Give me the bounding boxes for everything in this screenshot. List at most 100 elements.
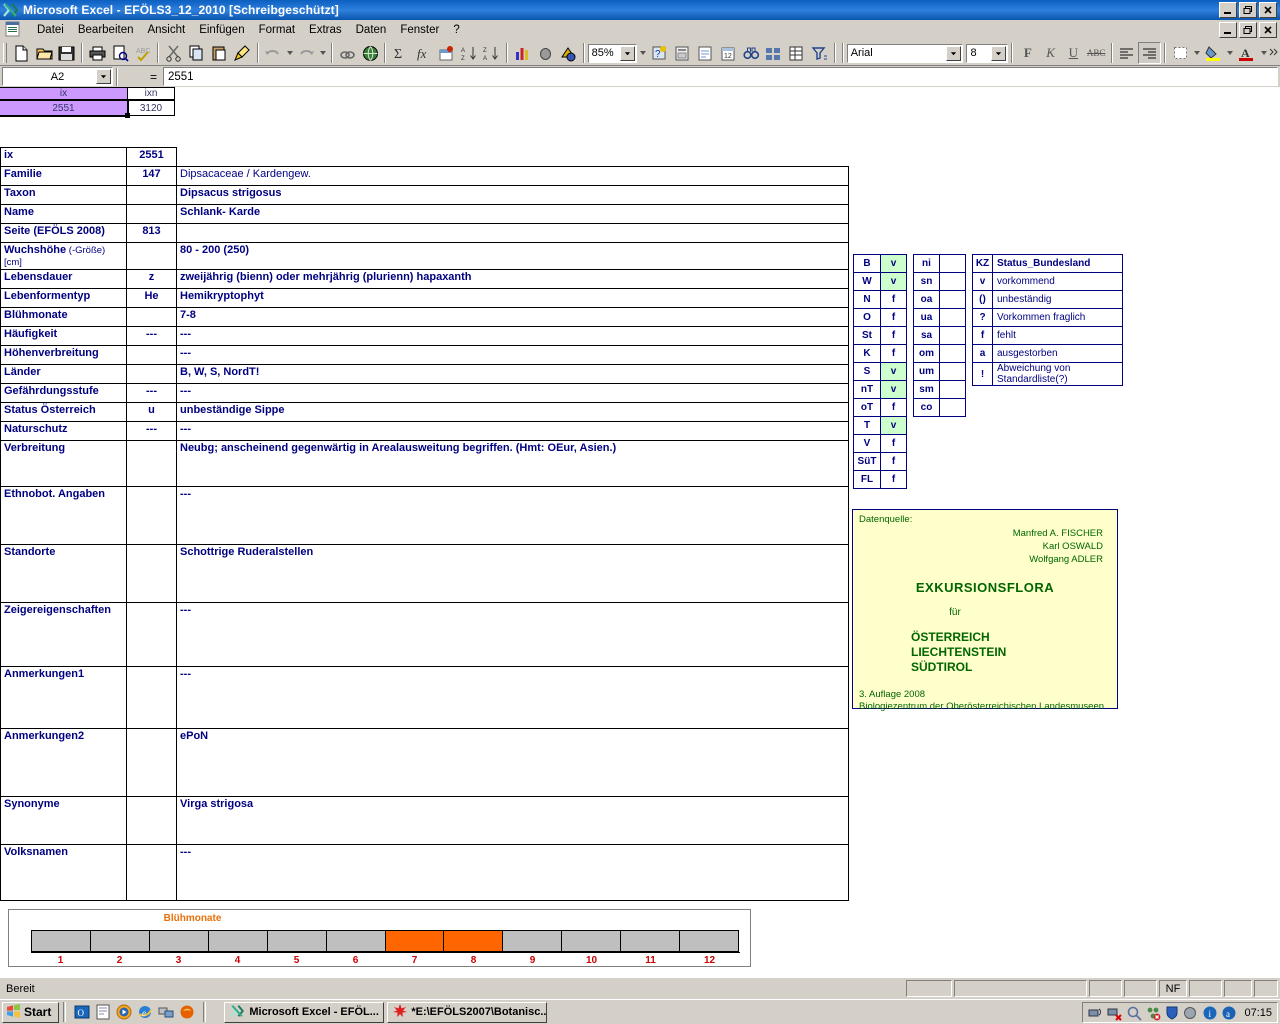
- row-value-standorte[interactable]: Schottrige Ruderalstellen: [176, 544, 849, 603]
- network-activity-icon[interactable]: [1088, 1005, 1104, 1021]
- zoom-combo[interactable]: 85%: [587, 43, 638, 63]
- font-size-combo[interactable]: 8: [966, 43, 1009, 63]
- bundesland-status[interactable]: f: [880, 308, 907, 327]
- calendar-icon[interactable]: 12: [717, 42, 740, 64]
- row-value-naturschutz[interactable]: ---: [176, 421, 849, 441]
- row-label-volksnamen[interactable]: Volksnamen: [0, 844, 127, 901]
- volume-icon[interactable]: [1183, 1005, 1199, 1021]
- row-code-bluehmonate[interactable]: [126, 307, 177, 327]
- undo-dropdown-icon[interactable]: [284, 42, 294, 64]
- bundesland-status[interactable]: f: [880, 290, 907, 309]
- row-code-synonyme[interactable]: [126, 796, 177, 845]
- print-preview-icon[interactable]: [109, 42, 132, 64]
- network-disconnected-icon[interactable]: [1107, 1005, 1123, 1021]
- chart-bar-3[interactable]: [148, 930, 209, 952]
- row-code-anmerkungen1[interactable]: [126, 666, 177, 729]
- selected-cell-a2[interactable]: 2551: [0, 99, 130, 118]
- row-label-naturschutz[interactable]: Naturschutz: [0, 421, 127, 441]
- doc-close-button[interactable]: [1259, 22, 1277, 38]
- web-globe-icon[interactable]: [359, 42, 382, 64]
- strikethrough-button[interactable]: ABC: [1085, 42, 1108, 64]
- toolbar-overflow-icon[interactable]: [1269, 42, 1280, 64]
- form-icon[interactable]: [694, 42, 717, 64]
- bundesland-status[interactable]: v: [880, 416, 907, 435]
- bluehmonate-chart[interactable]: Blühmonate 1 2 3 4 5 6 7 8 9 10 11 12: [8, 909, 751, 967]
- formatting-toolbar-grip[interactable]: [841, 43, 844, 63]
- sort-ascending-icon[interactable]: AZ: [458, 42, 481, 64]
- italic-button[interactable]: K: [1039, 42, 1062, 64]
- row-value-anmerkungen2[interactable]: ePoN: [176, 728, 849, 797]
- map-icon[interactable]: [557, 42, 580, 64]
- row-code-lebensdauer[interactable]: z: [126, 269, 177, 289]
- network-error-icon[interactable]: [1145, 1005, 1161, 1021]
- row-code-ix[interactable]: 2551: [126, 147, 177, 167]
- font-size-dropdown-arrow[interactable]: [991, 45, 1007, 61]
- filter-icon[interactable]: [808, 42, 831, 64]
- region-code[interactable]: ni: [913, 254, 940, 273]
- bundesland-status[interactable]: f: [880, 434, 907, 453]
- row-label-synonyme[interactable]: Synonyme: [0, 796, 127, 845]
- row-value-taxon[interactable]: Dipsacus strigosus: [176, 185, 849, 205]
- hyperlink-icon[interactable]: [336, 42, 359, 64]
- bundesland-code[interactable]: nT: [853, 380, 881, 399]
- align-left-icon[interactable]: [1116, 42, 1139, 64]
- chart-bar-10[interactable]: [561, 930, 622, 952]
- bundesland-status[interactable]: f: [880, 398, 907, 417]
- row-code-ethnobot[interactable]: [126, 486, 177, 545]
- open-folder-icon[interactable]: [33, 42, 56, 64]
- row-value-name[interactable]: Schlank- Karde: [176, 204, 849, 224]
- chart-bar-7[interactable]: [384, 930, 445, 952]
- region-code[interactable]: co: [913, 398, 940, 417]
- row-label-verbreitung[interactable]: Verbreitung: [0, 440, 127, 487]
- row-value-volksnamen[interactable]: ---: [176, 844, 849, 901]
- redo-icon[interactable]: [295, 42, 318, 64]
- bundesland-code[interactable]: W: [853, 272, 881, 291]
- task-button-explorer[interactable]: *E:\EFÖLS2007\Botanisc...: [387, 1001, 548, 1023]
- start-button[interactable]: Start: [2, 1001, 60, 1023]
- chart-wizard-icon[interactable]: [511, 42, 534, 64]
- menu-item-datei[interactable]: Datei: [30, 22, 71, 38]
- bundesland-status[interactable]: f: [880, 470, 907, 489]
- worksheet-area[interactable]: ix ixn 2551 3120 ix 2551 Familie 147 Dip…: [0, 87, 1280, 977]
- firewall-shield-icon[interactable]: [1164, 1005, 1180, 1021]
- row-label-anmerkungen1[interactable]: Anmerkungen1: [0, 666, 127, 729]
- row-code-hoehenverbreitung[interactable]: [126, 345, 177, 365]
- menu-item-daten[interactable]: Daten: [349, 22, 394, 38]
- region-code[interactable]: ua: [913, 308, 940, 327]
- row-code-status-oesterreich[interactable]: u: [126, 402, 177, 422]
- media-player-icon[interactable]: [116, 1004, 132, 1020]
- redo-dropdown-icon[interactable]: [318, 42, 328, 64]
- doc-restore-button[interactable]: [1239, 22, 1257, 38]
- bundesland-code[interactable]: N: [853, 290, 881, 309]
- bundesland-code[interactable]: V: [853, 434, 881, 453]
- outlook-icon[interactable]: O: [74, 1004, 90, 1020]
- formula-equals-sign[interactable]: =: [121, 70, 163, 84]
- print-icon[interactable]: [86, 42, 109, 64]
- row-code-name[interactable]: [126, 204, 177, 224]
- header-cell-ixn[interactable]: ixn: [127, 87, 175, 100]
- cell-b2[interactable]: 3120: [127, 100, 175, 116]
- notepad-icon[interactable]: [95, 1004, 111, 1020]
- sort-descending-icon[interactable]: ZA: [481, 42, 504, 64]
- region-status[interactable]: [939, 326, 966, 345]
- bundesland-code[interactable]: K: [853, 344, 881, 363]
- task-button-excel[interactable]: Microsoft Excel - EFÖL...: [224, 1001, 385, 1023]
- bundesland-status[interactable]: v: [880, 254, 907, 273]
- header-cell-ix[interactable]: ix: [0, 87, 128, 100]
- row-label-familie[interactable]: Familie: [0, 166, 127, 186]
- zoom-dropdown-arrow[interactable]: [620, 45, 636, 61]
- align-right-icon[interactable]: [1138, 42, 1162, 64]
- close-button[interactable]: [1259, 2, 1277, 18]
- row-value-zeigereigenschaften[interactable]: ---: [176, 602, 849, 667]
- fill-handle[interactable]: [125, 113, 130, 118]
- chart-bar-8[interactable]: [443, 930, 504, 952]
- drawing-icon[interactable]: [534, 42, 557, 64]
- chart-bar-2[interactable]: [89, 930, 150, 952]
- cut-icon[interactable]: [162, 42, 185, 64]
- row-value-gefaehrdungsstufe[interactable]: ---: [176, 383, 849, 403]
- info-icon[interactable]: i: [1202, 1005, 1218, 1021]
- chart-bar-4[interactable]: [207, 930, 268, 952]
- row-code-standorte[interactable]: [126, 544, 177, 603]
- menu-item-ansicht[interactable]: Ansicht: [140, 22, 192, 38]
- save-icon[interactable]: [55, 42, 78, 64]
